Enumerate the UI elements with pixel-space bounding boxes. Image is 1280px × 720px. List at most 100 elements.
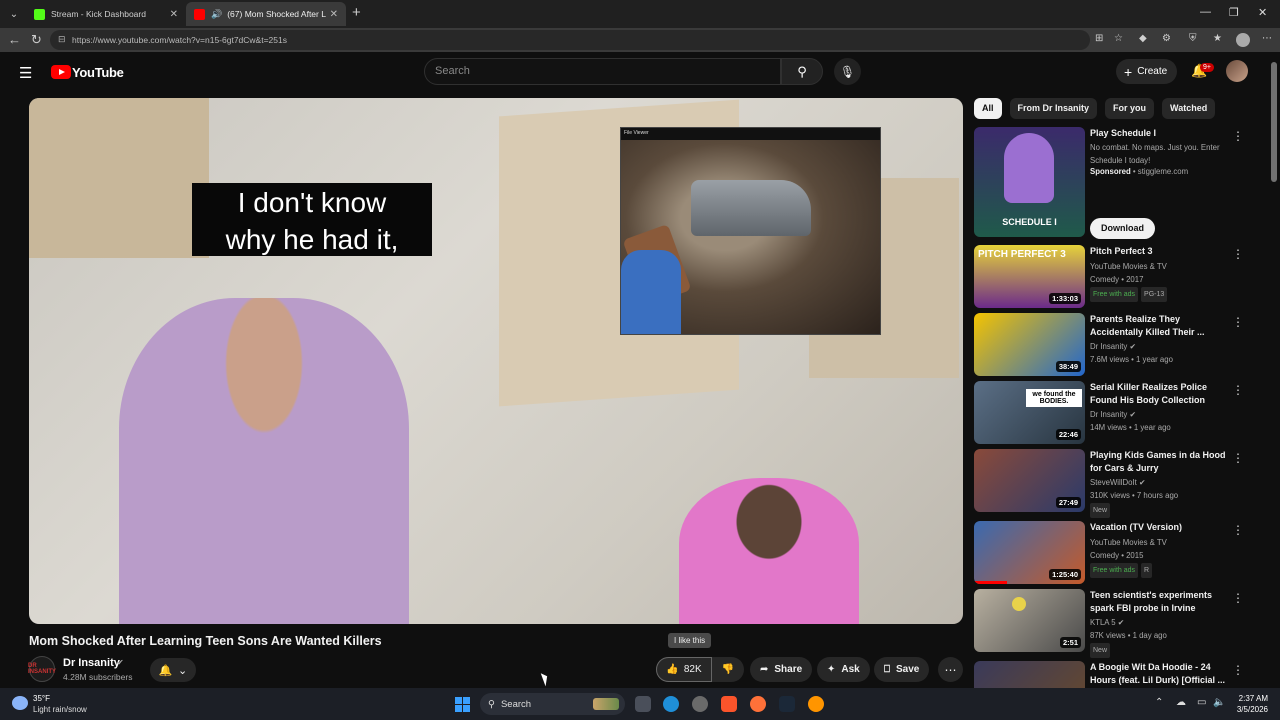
search-icon[interactable]: ⚲: [781, 58, 823, 85]
youtube-logo-icon[interactable]: [51, 65, 71, 79]
chip-for-you[interactable]: For you: [1105, 98, 1155, 119]
close-tab-icon[interactable]: ✕: [330, 9, 338, 20]
rec-title[interactable]: A Boogie Wit Da Hoodie - 24 Hours (feat.…: [1090, 661, 1230, 687]
reload-icon[interactable]: ↻: [31, 32, 42, 48]
list-item[interactable]: 2:51 Teen scientist's experiments spark …: [974, 589, 1264, 658]
download-button[interactable]: Download: [1090, 218, 1155, 239]
brave-browser-icon[interactable]: [721, 696, 737, 712]
scrollbar-thumb[interactable]: [1271, 62, 1277, 182]
sponsored-ad[interactable]: SCHEDULE I Play Schedule I No combat. No…: [974, 127, 1264, 242]
create-label: Create: [1137, 66, 1168, 77]
restore-icon[interactable]: ❐: [1229, 6, 1239, 19]
like-button[interactable]: 👍 82K: [656, 657, 712, 682]
steam-icon[interactable]: [779, 696, 795, 712]
favorite-star-icon[interactable]: ☆: [1114, 33, 1123, 44]
url-field[interactable]: ⊟ https://www.youtube.com/watch?v=n15-6g…: [50, 30, 1090, 50]
list-item[interactable]: 38:49 Parents Realize They Accidentally …: [974, 313, 1264, 377]
channel-name[interactable]: Dr Insanity: [63, 657, 120, 669]
list-item[interactable]: we found the BODIES. 22:46 Serial Killer…: [974, 381, 1264, 445]
network-icon[interactable]: ▭: [1197, 697, 1206, 708]
video-thumbnail[interactable]: 2:51: [974, 589, 1085, 652]
video-thumbnail[interactable]: we found the BODIES. 22:46: [974, 381, 1085, 444]
rec-title[interactable]: Play Schedule I: [1090, 127, 1230, 140]
search-input[interactable]: Search: [424, 58, 781, 85]
share-button[interactable]: ➦ Share: [750, 657, 813, 682]
subscription-bell-button[interactable]: 🔔 ⌄: [150, 658, 196, 682]
ask-button[interactable]: ✦ Ask: [817, 657, 870, 682]
more-options-icon[interactable]: ⋮: [1232, 591, 1244, 605]
video-thumbnail[interactable]: PITCH PERFECT 3 1:33:03: [974, 245, 1085, 308]
chip-from-channel[interactable]: From Dr Insanity: [1009, 98, 1098, 119]
taskbar-search[interactable]: ⚲ Search: [480, 693, 625, 715]
rec-title[interactable]: Serial Killer Realizes Police Found His …: [1090, 381, 1230, 407]
show-hidden-icons-icon[interactable]: ⌃: [1155, 697, 1163, 708]
speaker-icon[interactable]: 🔊: [211, 9, 222, 20]
close-window-icon[interactable]: ✕: [1258, 6, 1267, 19]
account-avatar[interactable]: [1226, 60, 1248, 82]
favorites-icon[interactable]: ★: [1213, 33, 1222, 44]
browser-essentials-icon[interactable]: ⛨: [1189, 33, 1197, 44]
more-options-icon[interactable]: ⋮: [1232, 451, 1244, 465]
app-available-icon[interactable]: ⊞: [1095, 33, 1103, 44]
firefox-dev-icon[interactable]: [808, 696, 824, 712]
extension-icon[interactable]: ◆: [1139, 33, 1147, 44]
share-icon: ➦: [760, 664, 769, 675]
minimize-icon[interactable]: —: [1200, 6, 1211, 18]
list-item[interactable]: PITCH PERFECT 3 1:33:03 Pitch Perfect 3 …: [974, 245, 1264, 309]
list-item[interactable]: 1:25:40 Vacation (TV Version) YouTube Mo…: [974, 521, 1264, 585]
chatgpt-app-icon[interactable]: [692, 696, 708, 712]
browser-menu-icon[interactable]: ⋯: [1262, 33, 1272, 44]
tab-search-button[interactable]: ⌄: [4, 4, 24, 24]
list-item[interactable]: 27:49 Playing Kids Games in da Hood for …: [974, 449, 1264, 518]
more-options-icon[interactable]: ⋮: [1232, 383, 1244, 397]
sponsor-domain[interactable]: stiggleme.com: [1138, 167, 1188, 176]
weather-icon[interactable]: [12, 696, 28, 710]
tab-kick-dashboard[interactable]: Stream - Kick Dashboard ✕: [26, 2, 186, 26]
site-info-icon[interactable]: ⊟: [58, 34, 66, 45]
more-actions-button[interactable]: ⋯: [938, 657, 963, 682]
ad-thumbnail[interactable]: SCHEDULE I: [974, 127, 1085, 237]
new-tab-button[interactable]: +: [352, 4, 361, 21]
video-player[interactable]: I don't know why he had it, File Viewer: [29, 98, 963, 624]
edge-browser-icon[interactable]: [663, 696, 679, 712]
chip-watched[interactable]: Watched: [1162, 98, 1216, 119]
volume-icon[interactable]: 🔈: [1213, 697, 1225, 708]
system-clock[interactable]: 2:37 AM 3/5/2026: [1228, 693, 1268, 715]
more-options-icon[interactable]: ⋮: [1232, 247, 1244, 261]
save-button[interactable]: ⎕ Save: [874, 657, 930, 682]
tab-youtube-video[interactable]: 🔊 (67) Mom Shocked After Learning ✕: [186, 2, 346, 26]
video-thumbnail[interactable]: [974, 661, 1085, 688]
extensions-icon[interactable]: ⚙: [1162, 33, 1171, 44]
rec-title[interactable]: Playing Kids Games in da Hood for Cars &…: [1090, 449, 1230, 475]
onedrive-icon[interactable]: ☁: [1176, 697, 1186, 708]
video-thumbnail[interactable]: 1:25:40: [974, 521, 1085, 584]
like-count: 82K: [683, 664, 702, 675]
close-tab-icon[interactable]: ✕: [170, 9, 178, 20]
dislike-button[interactable]: 👎: [712, 657, 744, 682]
windows-start-icon[interactable]: [455, 697, 470, 712]
create-button[interactable]: + Create: [1116, 59, 1177, 84]
weather-temperature[interactable]: 35°F: [33, 694, 50, 703]
more-options-icon[interactable]: ⋮: [1232, 663, 1244, 677]
task-view-icon[interactable]: [635, 696, 651, 712]
list-item[interactable]: A Boogie Wit Da Hoodie - 24 Hours (feat.…: [974, 661, 1264, 688]
more-options-icon[interactable]: ⋮: [1232, 315, 1244, 329]
rec-title[interactable]: Vacation (TV Version): [1090, 521, 1230, 534]
rec-title[interactable]: Teen scientist's experiments spark FBI p…: [1090, 589, 1230, 615]
rec-title[interactable]: Pitch Perfect 3: [1090, 245, 1230, 258]
channel-avatar[interactable]: DR INSANITY: [28, 656, 56, 682]
video-thumbnail[interactable]: 27:49: [974, 449, 1085, 512]
firefox-icon[interactable]: [750, 696, 766, 712]
more-options-icon[interactable]: ⋮: [1232, 523, 1244, 537]
youtube-logo-text[interactable]: YouTube: [72, 65, 124, 80]
back-icon[interactable]: ←: [8, 32, 21, 47]
video-thumbnail[interactable]: 38:49: [974, 313, 1085, 376]
browser-profile-avatar[interactable]: [1236, 33, 1250, 47]
weather-description[interactable]: Light rain/snow: [33, 705, 87, 714]
microphone-icon[interactable]: 🎙: [834, 58, 861, 85]
more-options-icon[interactable]: ⋮: [1232, 129, 1244, 143]
page-scrollbar[interactable]: [1269, 52, 1280, 688]
chip-all[interactable]: All: [974, 98, 1002, 119]
rec-title[interactable]: Parents Realize They Accidentally Killed…: [1090, 313, 1230, 339]
menu-icon[interactable]: ☰: [19, 64, 32, 82]
